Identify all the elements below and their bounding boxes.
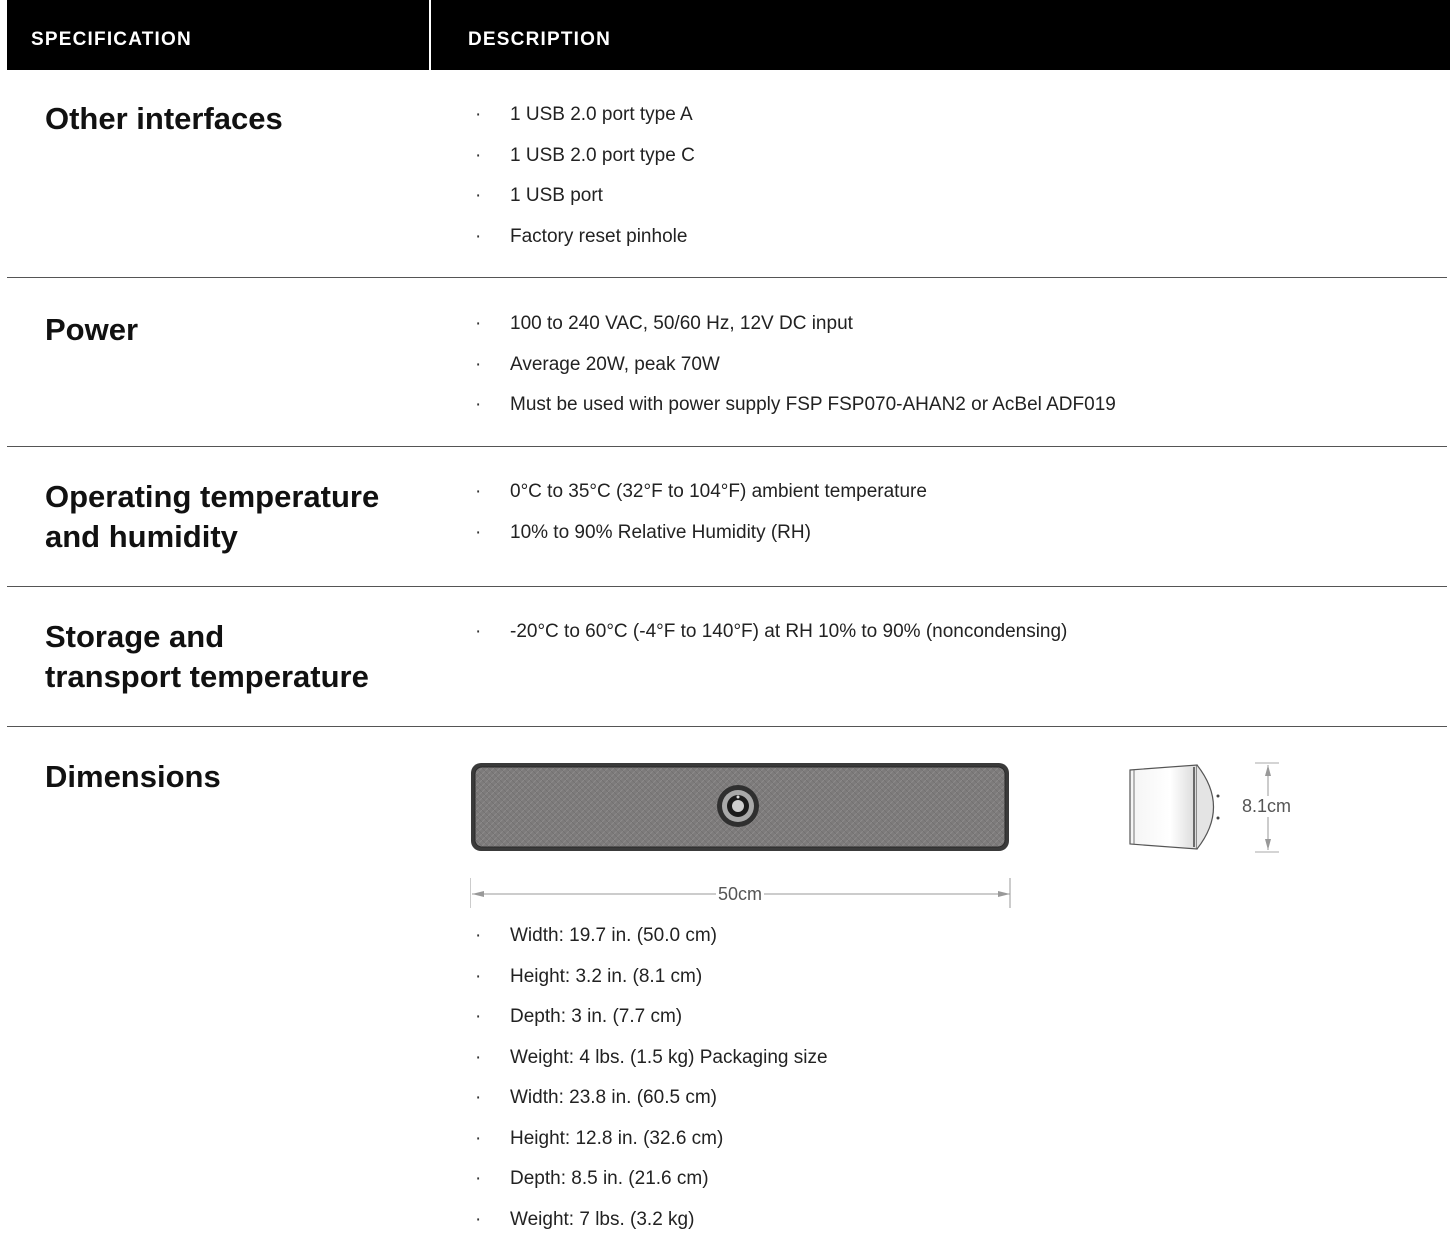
list-item: 100 to 240 VAC, 50/60 Hz, 12V DC input (475, 304, 1116, 345)
list-item: 1 USB 2.0 port type A (475, 95, 695, 136)
spec-description-list: Width: 19.7 in. (50.0 cm) Height: 3.2 in… (475, 916, 828, 1240)
header-divider (429, 0, 431, 70)
spec-description-list: 1 USB 2.0 port type A 1 USB 2.0 port typ… (475, 95, 695, 257)
spec-label: Dimensions (45, 759, 221, 794)
spec-row-other-interfaces: Other interfaces 1 USB 2.0 port type A 1… (7, 70, 1450, 278)
list-item: Width: 19.7 in. (50.0 cm) (475, 916, 828, 957)
spec-label: Power (45, 312, 139, 347)
spec-label: Other interfaces (45, 101, 283, 136)
spec-description-list: -20°C to 60°C (-4°F to 140°F) at RH 10% … (475, 612, 1067, 653)
list-item: Factory reset pinhole (475, 217, 695, 258)
spec-row-storage-temperature: Storage and transport temperature -20°C … (7, 587, 1450, 727)
list-item: Must be used with power supply FSP FSP07… (475, 385, 1116, 426)
table-header: SPECIFICATION DESCRIPTION (7, 0, 1450, 70)
list-item: 10% to 90% Relative Humidity (RH) (475, 513, 927, 554)
list-item: 1 USB port (475, 176, 695, 217)
height-dimension-label: 8.1cm (1240, 796, 1294, 817)
device-side-view-illustration (1129, 764, 1220, 850)
list-item: Weight: 4 lbs. (1.5 kg) Packaging size (475, 1038, 828, 1079)
list-item: 0°C to 35°C (32°F to 104°F) ambient temp… (475, 472, 927, 513)
spec-label: Storage and transport temperature (45, 619, 369, 694)
list-item: Height: 12.8 in. (32.6 cm) (475, 1119, 828, 1160)
spec-label: Operating temperature and humidity (45, 479, 380, 554)
specification-column-header: SPECIFICATION (31, 29, 192, 50)
list-item: Width: 23.8 in. (60.5 cm) (475, 1078, 828, 1119)
spec-row-operating-temperature: Operating temperature and humidity 0°C t… (7, 447, 1450, 587)
list-item: Average 20W, peak 70W (475, 345, 1116, 386)
spec-row-power: Power 100 to 240 VAC, 50/60 Hz, 12V DC i… (7, 278, 1450, 447)
description-column-header: DESCRIPTION (468, 29, 612, 50)
spec-description-list: 0°C to 35°C (32°F to 104°F) ambient temp… (475, 472, 927, 553)
list-item: -20°C to 60°C (-4°F to 140°F) at RH 10% … (475, 612, 1067, 653)
list-item: Weight: 7 lbs. (3.2 kg) (475, 1200, 828, 1241)
list-item: 1 USB 2.0 port type C (475, 136, 695, 177)
list-item: Depth: 8.5 in. (21.6 cm) (475, 1159, 828, 1200)
camera-lens-icon (717, 785, 759, 827)
device-front-view-illustration (471, 763, 1009, 851)
spec-description-list: 100 to 240 VAC, 50/60 Hz, 12V DC input A… (475, 304, 1116, 426)
width-dimension-label: 50cm (716, 884, 765, 905)
list-item: Height: 3.2 in. (8.1 cm) (475, 957, 828, 998)
list-item: Depth: 3 in. (7.7 cm) (475, 997, 828, 1038)
